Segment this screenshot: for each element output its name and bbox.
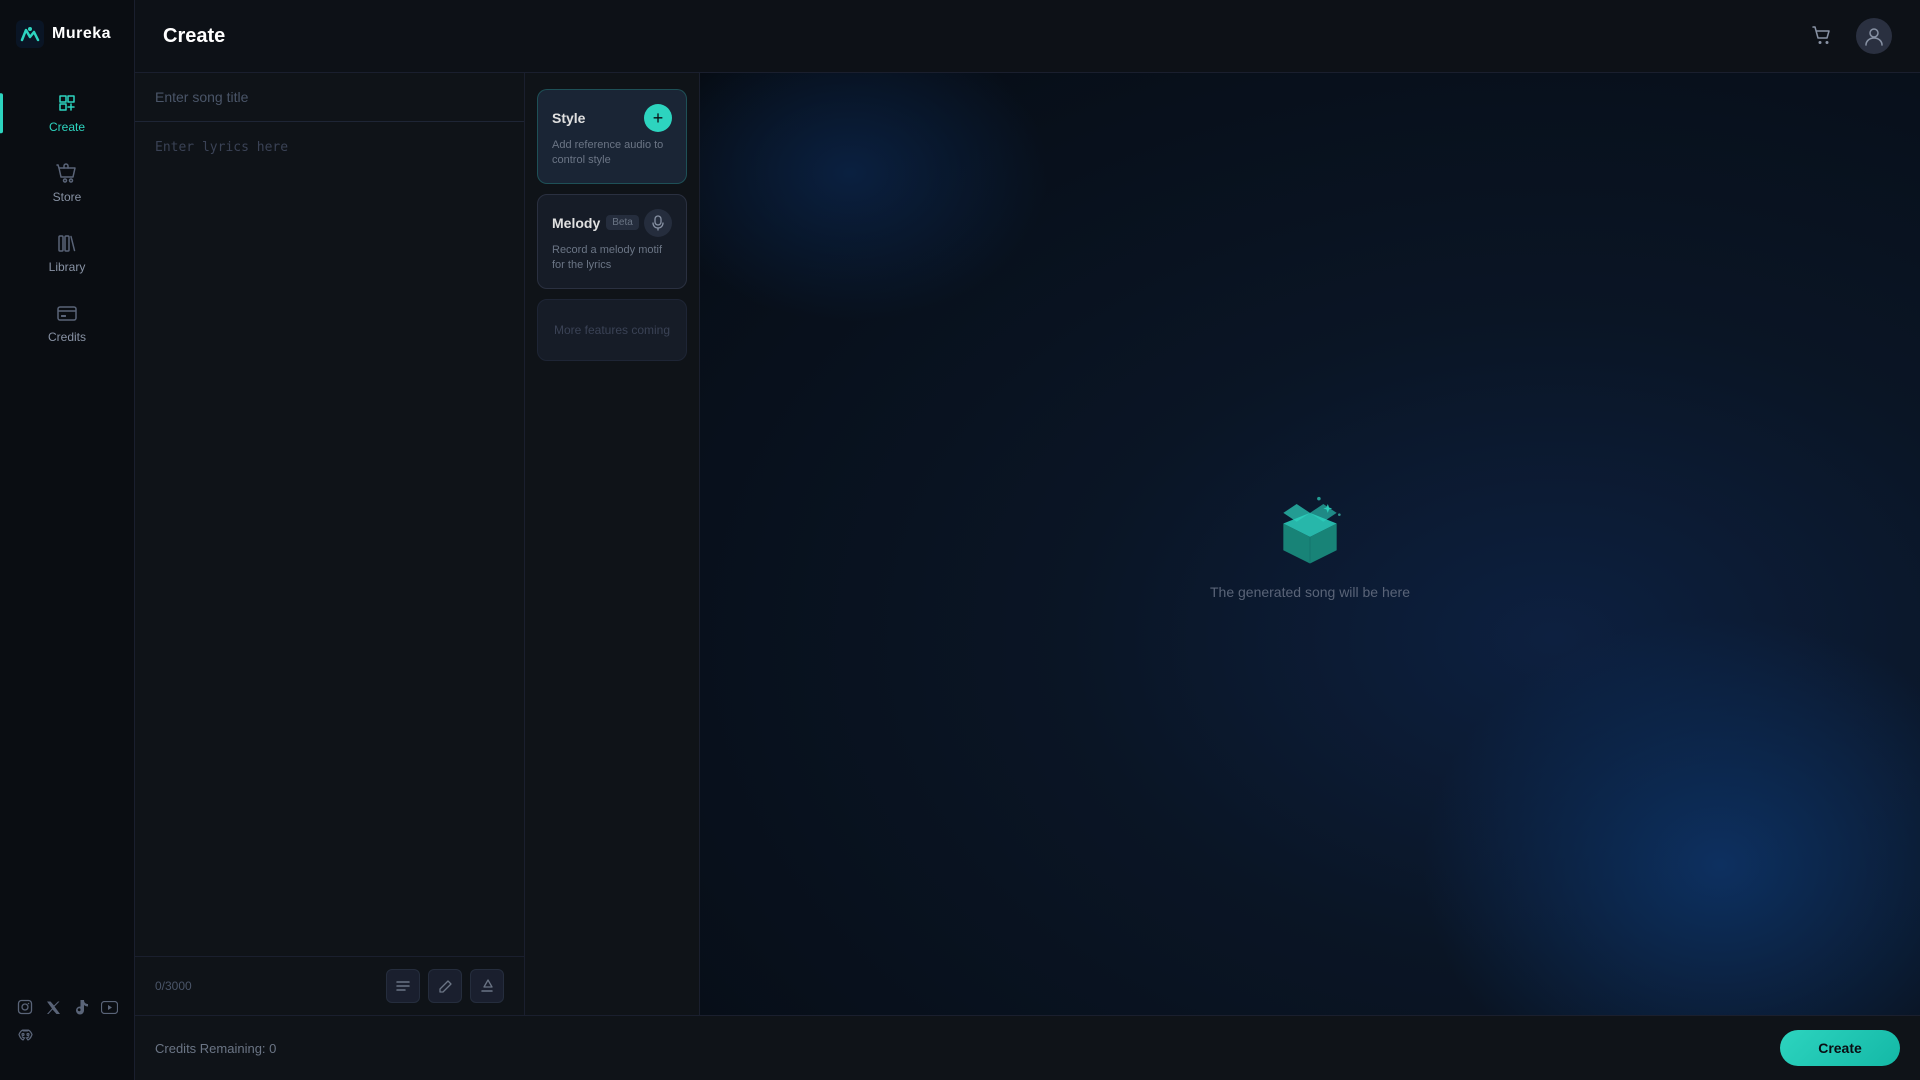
twitter-x-icon[interactable] xyxy=(44,998,62,1016)
empty-state-text: The generated song will be here xyxy=(1210,584,1410,600)
sidebar-item-create-label: Create xyxy=(49,120,85,134)
style-card-title: Style xyxy=(552,110,585,126)
sidebar: Mureka Create Store xyxy=(0,0,135,1080)
library-icon xyxy=(56,232,78,254)
right-area: Style + Add reference audio to control s… xyxy=(525,73,1920,1015)
lyrics-toolbar xyxy=(386,969,504,1003)
sidebar-nav: Create Store Library xyxy=(0,80,134,982)
song-title-input[interactable] xyxy=(135,73,524,122)
cart-icon[interactable] xyxy=(1804,18,1840,54)
content-area: 0/3000 xyxy=(135,73,1920,1015)
char-count: 0/3000 xyxy=(155,979,192,993)
sidebar-item-library[interactable]: Library xyxy=(0,220,134,286)
instagram-icon[interactable] xyxy=(16,998,34,1016)
format-lines-button[interactable] xyxy=(386,969,420,1003)
sidebar-item-store-label: Store xyxy=(53,190,82,204)
melody-beta-badge: Beta xyxy=(606,215,639,230)
credits-icon xyxy=(56,302,78,324)
style-card-description: Add reference audio to control style xyxy=(552,138,672,169)
logo-text: Mureka xyxy=(52,25,111,43)
discord-icon[interactable] xyxy=(16,1026,34,1044)
social-links xyxy=(0,982,134,1060)
credits-remaining-label: Credits Remaining: 0 xyxy=(155,1041,1768,1056)
empty-state: The generated song will be here xyxy=(1210,488,1410,600)
melody-card-title: Melody xyxy=(552,215,600,231)
sidebar-item-library-label: Library xyxy=(49,260,86,274)
sidebar-item-credits[interactable]: Credits xyxy=(0,290,134,356)
more-features-text: More features coming xyxy=(552,314,672,347)
style-card-header: Style + xyxy=(552,104,672,132)
feature-card-more: More features coming xyxy=(537,299,687,362)
mureka-logo-icon xyxy=(16,20,44,48)
logo: Mureka xyxy=(0,20,127,80)
feature-cards-panel: Style + Add reference audio to control s… xyxy=(525,73,700,1015)
user-avatar[interactable] xyxy=(1856,18,1892,54)
style-add-button[interactable]: + xyxy=(644,104,672,132)
topbar: Create xyxy=(135,0,1920,73)
sidebar-item-credits-label: Credits xyxy=(48,330,86,344)
store-icon xyxy=(56,162,78,184)
melody-card-header: Melody Beta xyxy=(552,209,672,237)
lyrics-textarea[interactable] xyxy=(135,122,524,956)
empty-box-icon xyxy=(1270,488,1350,568)
youtube-icon[interactable] xyxy=(100,998,118,1016)
create-button[interactable]: Create xyxy=(1780,1030,1900,1066)
feature-card-style[interactable]: Style + Add reference audio to control s… xyxy=(537,89,687,184)
melody-card-description: Record a melody motif for the lyrics xyxy=(552,243,672,274)
create-icon xyxy=(56,92,78,114)
melody-mic-button[interactable] xyxy=(644,209,672,237)
sidebar-item-store[interactable]: Store xyxy=(0,150,134,216)
melody-title-row: Melody Beta xyxy=(552,215,639,231)
main-content: Create 0/3000 xyxy=(135,0,1920,1080)
lyrics-editor-panel: 0/3000 xyxy=(135,73,525,1015)
page-title: Create xyxy=(163,25,225,48)
bottom-bar: Credits Remaining: 0 Create xyxy=(135,1015,1920,1080)
song-preview-area: The generated song will be here xyxy=(700,73,1920,1015)
tiktok-icon[interactable] xyxy=(72,998,90,1016)
feature-card-melody[interactable]: Melody Beta Record a melody motif for th… xyxy=(537,194,687,289)
highlight-button[interactable] xyxy=(470,969,504,1003)
sidebar-item-create[interactable]: Create xyxy=(0,80,134,146)
topbar-actions xyxy=(1804,18,1892,54)
lyrics-footer: 0/3000 xyxy=(135,956,524,1015)
edit-pencil-button[interactable] xyxy=(428,969,462,1003)
